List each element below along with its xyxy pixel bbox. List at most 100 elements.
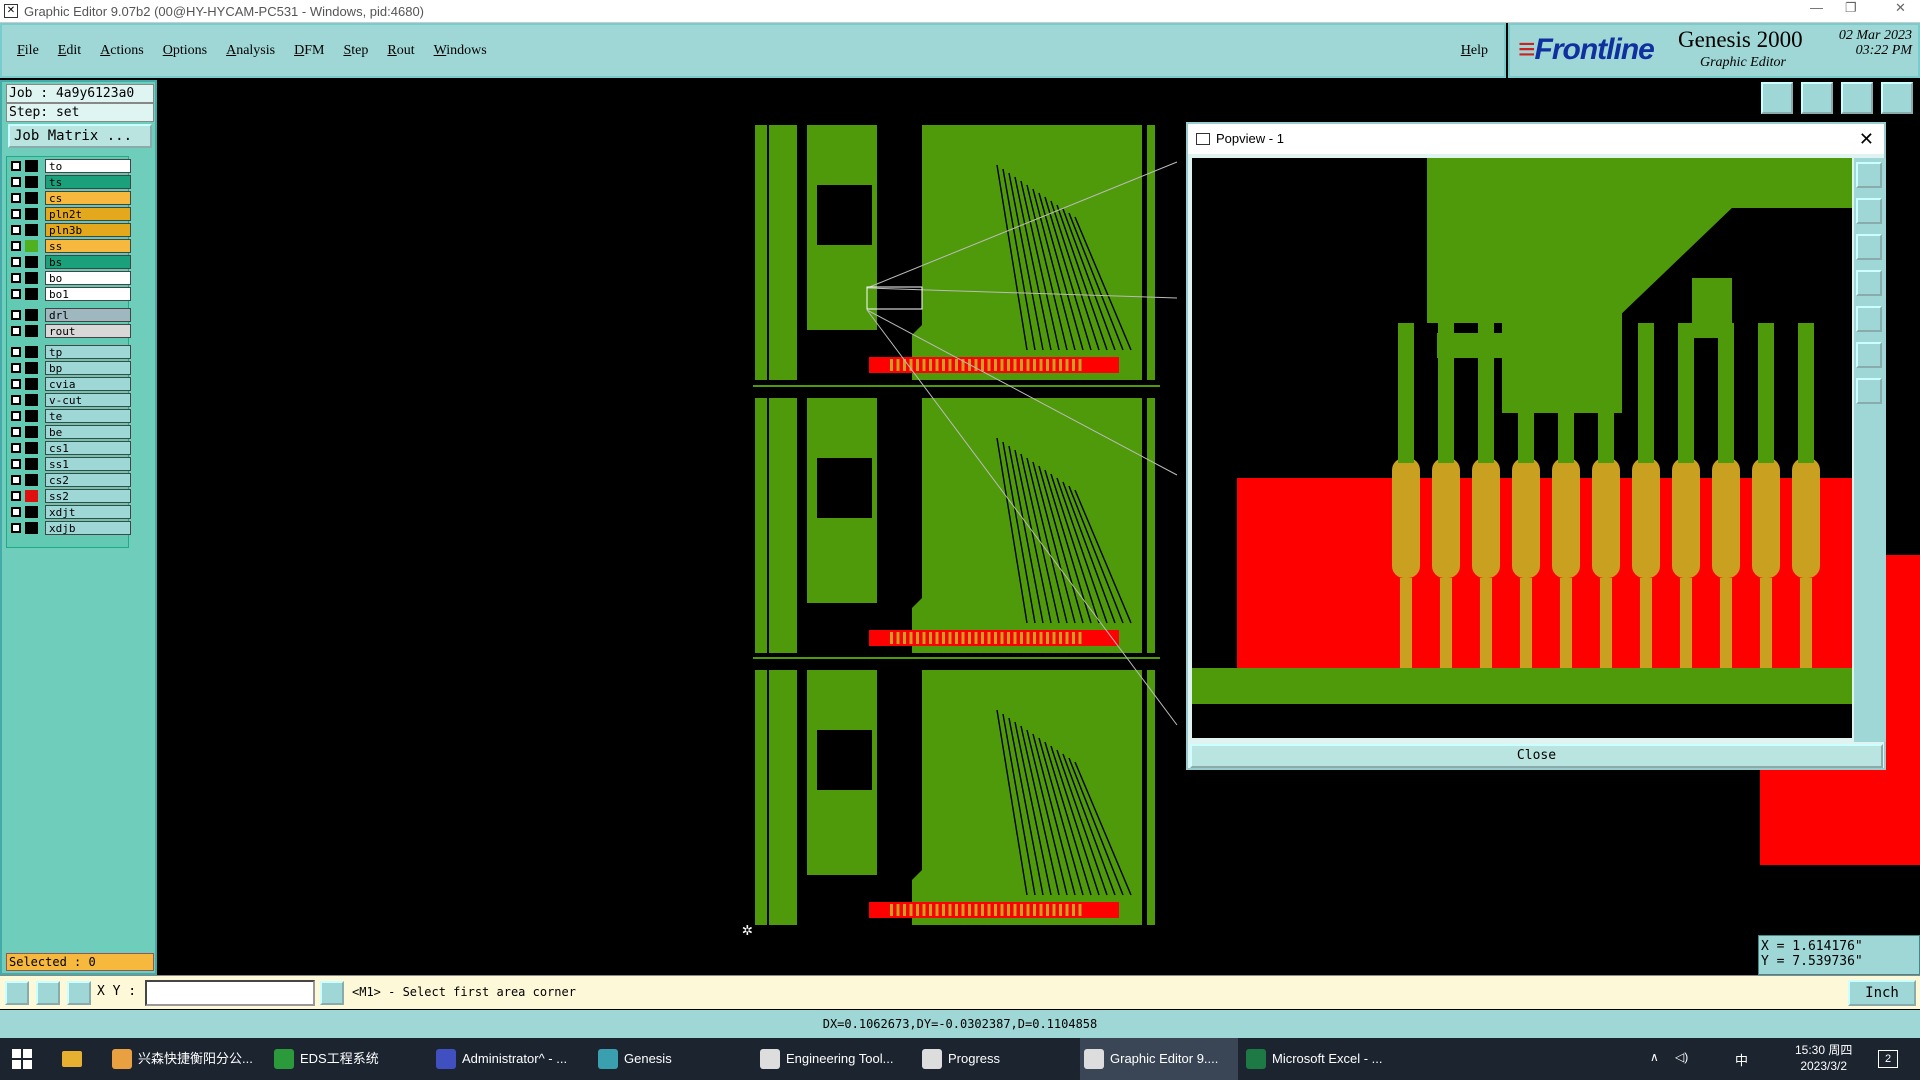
layer-checkbox[interactable] [11,475,21,485]
layer-color-swatch[interactable] [25,288,38,300]
layer-checkbox[interactable] [11,379,21,389]
taskbar-item[interactable]: Administrator^ - ... [432,1038,590,1080]
menu-actions[interactable]: Actions [100,43,144,59]
layer-row-tp[interactable]: tp [9,345,131,359]
taskbar-item[interactable]: 兴森快捷衡阳分公... [108,1038,266,1080]
layer-checkbox[interactable] [11,347,21,357]
menu-windows[interactable]: Windows [434,43,487,59]
toolbar-button-2[interactable] [1801,82,1833,114]
layer-row-be[interactable]: be [9,425,131,439]
layer-row-xdjt[interactable]: xdjt [9,505,131,519]
layer-row-cvia[interactable]: cvia [9,377,131,391]
layer-row-bs[interactable]: bs [9,255,131,269]
grid-icon[interactable] [67,981,91,1005]
restore-icon[interactable]: ❐ [1845,0,1857,16]
layer-checkbox[interactable] [11,523,21,533]
toolbar-button-1[interactable] [1761,82,1793,114]
ime-indicator[interactable]: 中 [1735,1050,1748,1069]
layer-checkbox[interactable] [11,289,21,299]
layer-name[interactable]: ts [45,175,131,189]
start-button[interactable] [12,1049,32,1069]
home-icon[interactable] [1841,82,1873,114]
layer-row-pln3b[interactable]: pln3b [9,223,131,237]
layer-color-swatch[interactable] [25,240,38,252]
taskbar-item[interactable]: Graphic Editor 9.... [1080,1038,1238,1080]
layer-checkbox[interactable] [11,411,21,421]
layer-checkbox[interactable] [11,273,21,283]
layer-row-drl[interactable]: drl [9,308,131,322]
snap-icon[interactable] [5,981,29,1005]
layer-checkbox[interactable] [11,241,21,251]
layer-name[interactable]: xdjb [45,521,131,535]
layer-name[interactable]: cvia [45,377,131,391]
layer-row-bo1[interactable]: bo1 [9,287,131,301]
popview-close-button[interactable]: Close [1190,744,1883,768]
layer-row-cs[interactable]: cs [9,191,131,205]
layer-checkbox[interactable] [11,326,21,336]
layer-color-swatch[interactable] [25,474,38,486]
job-matrix-button[interactable]: Job Matrix ... [8,124,152,148]
layer-checkbox[interactable] [11,310,21,320]
layer-color-swatch[interactable] [25,309,38,321]
layer-checkbox[interactable] [11,363,21,373]
popview-close-icon[interactable]: ✕ [1859,124,1874,154]
layer-row-ss[interactable]: ss [9,239,131,253]
layer-row-to[interactable]: to [9,159,131,173]
layer-row-te[interactable]: te [9,409,131,423]
layer-color-swatch[interactable] [25,426,38,438]
layer-name[interactable]: xdjt [45,505,131,519]
layer-color-swatch[interactable] [25,522,38,534]
popview-tool-icon[interactable] [1856,306,1882,332]
layer-row-cs2[interactable]: cs2 [9,473,131,487]
popview-tool-icon[interactable] [1856,198,1882,224]
taskbar-item[interactable]: Microsoft Excel - ... [1242,1038,1400,1080]
layer-row-xdjb[interactable]: xdjb [9,521,131,535]
menu-edit[interactable]: Edit [58,43,81,59]
taskbar-item[interactable]: EDS工程系统 [270,1038,428,1080]
layer-row-cs1[interactable]: cs1 [9,441,131,455]
menu-dfm[interactable]: DFM [294,43,324,59]
layer-color-swatch[interactable] [25,458,38,470]
layer-checkbox[interactable] [11,209,21,219]
layer-color-swatch[interactable] [25,176,38,188]
volume-icon[interactable]: ◁) [1675,1050,1688,1064]
layer-name[interactable]: ss2 [45,489,131,503]
layer-name[interactable]: bo [45,271,131,285]
file-explorer-icon[interactable] [62,1051,82,1067]
layer-checkbox[interactable] [11,443,21,453]
layer-name[interactable]: bo1 [45,287,131,301]
layer-color-swatch[interactable] [25,442,38,454]
taskbar-item[interactable]: Engineering Tool... [756,1038,914,1080]
layer-name[interactable]: pln3b [45,223,131,237]
layer-color-swatch[interactable] [25,394,38,406]
menu-step[interactable]: Step [343,43,368,59]
layer-row-ts[interactable]: ts [9,175,131,189]
layer-name[interactable]: cs2 [45,473,131,487]
layer-row-v-cut[interactable]: v-cut [9,393,131,407]
menu-rout[interactable]: Rout [387,43,414,59]
layer-checkbox[interactable] [11,225,21,235]
popview-tool-icon[interactable] [1856,342,1882,368]
layer-name[interactable]: to [45,159,131,173]
layer-color-swatch[interactable] [25,192,38,204]
layer-color-swatch[interactable] [25,506,38,518]
popview-tool-icon[interactable] [1856,234,1882,260]
info-icon[interactable] [320,981,344,1005]
layer-name[interactable]: drl [45,308,131,322]
popview-zoom-icon[interactable] [1856,162,1882,188]
layer-color-swatch[interactable] [25,490,38,502]
layer-checkbox[interactable] [11,161,21,171]
layer-color-swatch[interactable] [25,378,38,390]
layer-color-swatch[interactable] [25,224,38,236]
layer-row-rout[interactable]: rout [9,324,131,338]
popview-canvas[interactable] [1192,158,1852,738]
unit-toggle[interactable]: Inch [1848,980,1916,1006]
menu-help[interactable]: Help [1461,43,1488,59]
layer-color-swatch[interactable] [25,160,38,172]
layer-row-bp[interactable]: bp [9,361,131,375]
taskbar-item[interactable]: Genesis [594,1038,752,1080]
layer-color-swatch[interactable] [25,325,38,337]
menu-file[interactable]: File [17,43,39,59]
layer-checkbox[interactable] [11,459,21,469]
layer-color-swatch[interactable] [25,410,38,422]
